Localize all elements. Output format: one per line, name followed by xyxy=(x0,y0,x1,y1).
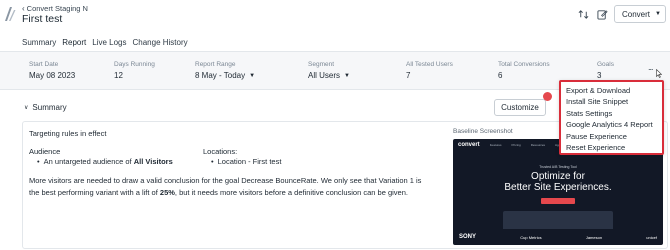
bullet-icon: • xyxy=(37,157,40,166)
stat-label: All Tested Users xyxy=(406,61,453,68)
stat-all-tested-users: All Tested Users 7 xyxy=(406,61,453,80)
preview-logo: convert xyxy=(458,141,480,148)
back-link[interactable]: ‹ Convert Staging N xyxy=(22,4,88,13)
menu-item-ga4-report[interactable]: Google Analytics 4 Report xyxy=(566,119,662,130)
report-range-select[interactable]: 8 May - Today ▼ xyxy=(195,71,255,80)
more-options-menu: Export & Download Install Site Snippet S… xyxy=(559,80,664,155)
audience-text: An untargeted audience of All Visitors xyxy=(43,157,173,166)
convert-dropdown-button[interactable]: Convert ▼ xyxy=(614,5,666,23)
mouse-cursor-icon xyxy=(656,69,662,78)
location-item: • Location - First test xyxy=(211,157,281,166)
stat-total-conversions: Total Conversions 6 xyxy=(498,61,550,80)
summary-toggle[interactable]: ∨ Summary xyxy=(24,103,67,112)
customize-button[interactable]: Customize xyxy=(494,99,546,116)
preview-kicker: Trusted A/B Testing Tool xyxy=(539,165,577,169)
more-options-button[interactable]: ... xyxy=(648,62,653,72)
preview-nav-item: Resources xyxy=(530,142,546,147)
chevron-down-icon: ▼ xyxy=(249,72,256,79)
menu-item-install-site-snippet[interactable]: Install Site Snippet xyxy=(566,96,662,107)
preview-brand: Cup Metrics xyxy=(520,234,542,240)
menu-item-stats-settings[interactable]: Stats Settings xyxy=(566,108,662,119)
chevron-down-icon: ▼ xyxy=(655,11,661,17)
preview-brand: SONY xyxy=(459,234,477,240)
locations-heading: Locations: xyxy=(203,147,238,156)
baseline-screenshot-label: Baseline Screenshot xyxy=(453,128,513,135)
audience-heading: Audience xyxy=(29,147,61,156)
stat-start-date: Start Date May 08 2023 xyxy=(29,61,75,80)
preview-nav-item: Features xyxy=(489,142,502,147)
location-text: Location - First test xyxy=(217,157,282,166)
segment-select[interactable]: All Users ▼ xyxy=(308,71,350,80)
stat-label: Days Running xyxy=(114,61,155,68)
report-range-value: 8 May - Today xyxy=(195,71,246,80)
audience-item: • An untargeted audience of All Visitors xyxy=(37,157,173,166)
stat-goals: Goals 3 xyxy=(597,61,614,80)
stat-report-range[interactable]: Report Range 8 May - Today ▼ xyxy=(195,61,255,80)
convert-logo-icon xyxy=(5,7,16,21)
stat-label: Report Range xyxy=(195,61,236,68)
preview-headline: Optimize for Better Site Experiences. xyxy=(504,171,612,193)
back-link-label: Convert Staging N xyxy=(26,4,88,13)
menu-item-pause-experience[interactable]: Pause Experience xyxy=(566,131,662,142)
stat-segment[interactable]: Segment All Users ▼ xyxy=(308,61,350,80)
stat-label: Start Date xyxy=(29,61,59,68)
stat-label: Total Conversions xyxy=(498,61,550,68)
preview-brand-row: SONY Cup Metrics Jameson unicef xyxy=(459,234,657,240)
stat-days-running: Days Running 12 xyxy=(114,61,155,80)
convert-button-label: Convert xyxy=(622,9,651,19)
preview-brand: Jameson xyxy=(585,234,603,240)
stat-value: 7 xyxy=(406,71,411,80)
summary-toggle-label: Summary xyxy=(32,103,67,112)
stat-value: 3 xyxy=(597,71,602,80)
page-title: First test xyxy=(22,13,63,25)
preview-nav-item: Pricing xyxy=(511,142,521,147)
swap-icon[interactable] xyxy=(578,9,589,20)
stat-value: 6 xyxy=(498,71,503,80)
menu-item-reset-experience[interactable]: Reset Experience xyxy=(566,142,662,153)
stat-label: Segment xyxy=(308,61,335,68)
preview-brand: unicef xyxy=(646,234,657,240)
chevron-down-icon: ▼ xyxy=(344,72,350,79)
targeting-heading: Targeting rules in effect xyxy=(29,129,107,138)
edit-icon[interactable] xyxy=(597,9,608,20)
stat-value: 12 xyxy=(114,71,123,80)
stat-value: May 08 2023 xyxy=(29,71,76,80)
preview-mockup xyxy=(503,211,613,229)
stat-label: Goals xyxy=(597,61,614,68)
notification-dot xyxy=(543,92,552,101)
chevron-left-icon: ‹ xyxy=(22,3,25,13)
menu-item-export-download[interactable]: Export & Download xyxy=(566,85,662,96)
chevron-down-icon: ∨ xyxy=(24,105,29,111)
conclusion-text: More visitors are needed to draw a valid… xyxy=(29,176,422,197)
bullet-icon: • xyxy=(211,157,214,166)
preview-cta xyxy=(541,198,575,204)
segment-value: All Users xyxy=(308,71,341,80)
